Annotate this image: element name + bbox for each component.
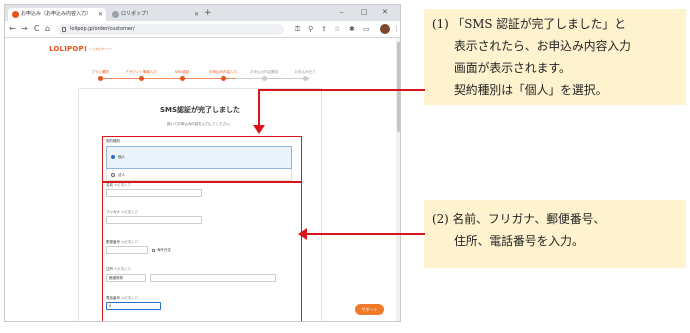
- step-sms: SMS認証: [174, 70, 190, 74]
- step-input: お申込み内容入力: [209, 70, 237, 74]
- step-account: アカウント情報入力: [125, 70, 157, 74]
- url-bar[interactable]: lolipop.jp/order/customer/: [58, 24, 284, 35]
- lock-icon: [62, 27, 66, 32]
- page-favicon-icon: [112, 11, 119, 18]
- tab-label: お申込み（お申込み内容入力）: [21, 11, 92, 17]
- arrow1-vertical: [258, 89, 260, 125]
- step-dot: [139, 76, 144, 81]
- arrow1-head-icon: [253, 125, 265, 134]
- new-tab-button[interactable]: +: [204, 7, 212, 19]
- menu-icon[interactable]: ⋮: [393, 25, 400, 34]
- step-dot: [303, 76, 308, 81]
- card-title: SMS認証が完了しました: [159, 106, 241, 114]
- callout-step1: (1) 「SMS 認証が完了しました」と 表示されたら、お申込み内容入力 画面が…: [424, 9, 686, 105]
- lolipop-favicon-icon: [12, 11, 19, 18]
- scrollbar-thumb[interactable]: [397, 42, 400, 132]
- step-dot: [221, 76, 226, 81]
- tab-label: ロリポップ！: [121, 11, 152, 17]
- arrow2-head-icon: [298, 228, 307, 240]
- maximize-button[interactable]: □: [361, 7, 368, 17]
- step-dot: [262, 76, 267, 81]
- close-tab-icon[interactable]: ✕: [194, 8, 199, 21]
- tab-bar: お申込み（お申込み内容入力） ✕ ロリポップ！ ✕ + – □ ✕: [5, 5, 400, 21]
- minimize-button[interactable]: –: [340, 7, 344, 17]
- close-window-button[interactable]: ✕: [382, 7, 388, 17]
- scrollbar[interactable]: [396, 38, 400, 321]
- callout-line: (2) 名前、フリガナ、郵便番号、: [432, 212, 606, 226]
- zoom-icon[interactable]: ⚲: [308, 25, 313, 34]
- step-plan: プラン選択: [91, 70, 109, 74]
- contract-type-highlight: [102, 136, 302, 183]
- support-button[interactable]: サポート: [355, 304, 384, 315]
- callout-line: 表示されたら、お申込み内容入力: [454, 39, 631, 53]
- browser-screenshot: お申込み（お申込み内容入力） ✕ ロリポップ！ ✕ + – □ ✕ ← → C …: [4, 4, 401, 322]
- lolipop-logo[interactable]: LOLIPOP!: [49, 45, 87, 53]
- card-subtitle: 続いてお申込み内容を入力してください。: [166, 122, 234, 126]
- arrow2-line: [306, 233, 425, 235]
- page-root: お申込み（お申込み内容入力） ✕ ロリポップ！ ✕ + – □ ✕ ← → C …: [0, 0, 690, 333]
- address-toolbar: ← → C ⌂ lolipop.jp/order/customer/ ⚿ ⚲ ⇪…: [5, 21, 400, 38]
- sidepanel-icon[interactable]: ▭: [363, 25, 370, 34]
- step-complete: お申込み完了: [294, 70, 316, 74]
- tab-order-input[interactable]: お申込み（お申込み内容入力） ✕: [8, 8, 106, 21]
- step-dot: [180, 76, 185, 81]
- step-dot: [98, 76, 103, 81]
- callout-line: 画面が表示されます。: [454, 61, 571, 75]
- share-icon[interactable]: ⇪: [321, 25, 327, 34]
- step-progress-line-pending: [235, 78, 310, 79]
- callout-line: 住所、電話番号を入力。: [454, 234, 584, 248]
- callout-line: (1) 「SMS 認証が完了しました」と: [432, 17, 627, 31]
- home-button[interactable]: ⌂: [45, 24, 50, 34]
- web-viewport: LOLIPOP! レンタルサーバー プラン選択 アカウント情報入力 SMS認証 …: [5, 38, 396, 321]
- close-tab-icon[interactable]: ✕: [98, 8, 103, 21]
- callout-line: 契約種別は「個人」を選択。: [454, 83, 608, 97]
- key-icon[interactable]: ⚿: [295, 25, 300, 34]
- back-button[interactable]: ←: [9, 24, 16, 34]
- tab-lolipop[interactable]: ロリポップ！ ✕: [108, 8, 202, 21]
- reload-button[interactable]: C: [34, 24, 40, 34]
- forward-button[interactable]: →: [21, 24, 28, 34]
- step-confirm: お申込み内容確認: [250, 70, 278, 74]
- profile-avatar[interactable]: [380, 24, 390, 34]
- extensions-icon[interactable]: ✱: [349, 25, 355, 34]
- star-icon[interactable]: ☆: [334, 25, 340, 34]
- personal-info-highlight: [102, 181, 302, 321]
- callout-step2: (2) 名前、フリガナ、郵便番号、 住所、電話番号を入力。: [424, 200, 686, 268]
- url-text: lolipop.jp/order/customer/: [70, 26, 135, 32]
- arrow1-horizontal: [258, 89, 425, 91]
- logo-subtitle: レンタルサーバー: [89, 47, 113, 51]
